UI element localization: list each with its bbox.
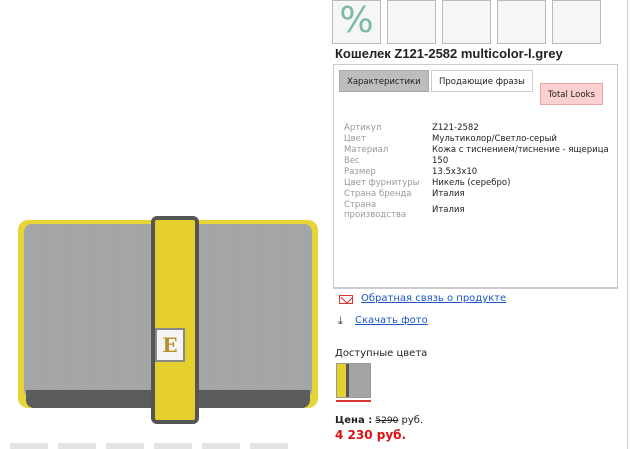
brand-logo: E bbox=[155, 328, 185, 362]
tab-characteristics[interactable]: Характеристики bbox=[339, 70, 429, 92]
photo-thumb[interactable] bbox=[106, 443, 144, 449]
download-photo-link[interactable]: Скачать фото bbox=[355, 315, 428, 326]
photo-thumb[interactable] bbox=[154, 443, 192, 449]
feedback-link[interactable]: Обратная связь о продукте bbox=[361, 293, 506, 304]
spec-value: Никель (серебро) bbox=[432, 178, 511, 188]
color-swatch[interactable] bbox=[336, 363, 371, 398]
spec-row: Цвет Мультиколор/Светло-серый bbox=[344, 134, 612, 145]
spec-key: Страна бренда bbox=[344, 189, 412, 199]
photo-thumb[interactable] bbox=[58, 443, 96, 449]
spec-value: 150 bbox=[432, 156, 449, 166]
spec-value: 13.5x3x10 bbox=[432, 167, 478, 177]
swatch-selected-indicator bbox=[336, 400, 371, 402]
spec-key: Цвет фурнитуры bbox=[344, 178, 420, 188]
discount-percent-icon[interactable]: % bbox=[332, 0, 381, 44]
wallet-image: E bbox=[18, 216, 318, 424]
photo-thumb[interactable] bbox=[10, 443, 48, 449]
spec-key: Цвет bbox=[344, 134, 366, 144]
product-photo[interactable]: E bbox=[0, 0, 325, 449]
spec-row: Цвет фурнитуры Никель (серебро) bbox=[344, 178, 612, 189]
details-panel: Характеристики Продающие фразы Total Loo… bbox=[333, 64, 618, 288]
spec-value: Кожа с тиснением/тиснение - ящерица bbox=[432, 145, 609, 155]
spec-row: Материал Кожа с тиснением/тиснение - яще… bbox=[344, 145, 612, 156]
tab-total-looks[interactable]: Total Looks bbox=[540, 83, 603, 105]
new-price: 4 230 руб. bbox=[335, 428, 407, 442]
mail-icon bbox=[339, 295, 353, 304]
spec-value: Z121-2582 bbox=[432, 123, 479, 133]
thumbnail[interactable] bbox=[497, 0, 546, 44]
download-icon: ⤓ bbox=[338, 314, 343, 327]
spec-key: Артикул bbox=[344, 123, 382, 133]
tab-selling-phrases[interactable]: Продающие фразы bbox=[431, 70, 533, 92]
photo-thumb[interactable] bbox=[250, 443, 288, 449]
photo-thumbnail-strip bbox=[0, 443, 325, 449]
thumbnail[interactable] bbox=[552, 0, 601, 44]
old-price-currency: руб. bbox=[401, 415, 424, 426]
page-border bbox=[627, 0, 628, 449]
product-title: Кошелек Z121-2582 multicolor-l.grey bbox=[335, 46, 563, 61]
spec-key: Материал bbox=[344, 145, 389, 155]
divider bbox=[333, 288, 618, 289]
spec-key: Размер bbox=[344, 167, 376, 177]
spec-key: Страна производства bbox=[344, 200, 407, 220]
spec-row: Страна бренда Италия bbox=[344, 189, 612, 200]
spec-value: Италия bbox=[432, 205, 465, 215]
spec-value: Мультиколор/Светло-серый bbox=[432, 134, 557, 144]
spec-value: Италия bbox=[432, 189, 465, 199]
thumbnail[interactable] bbox=[387, 0, 436, 44]
spec-row: Размер 13.5x3x10 bbox=[344, 167, 612, 178]
old-price: 5290 bbox=[375, 416, 399, 426]
thumbnail[interactable] bbox=[442, 0, 491, 44]
specs-table: Артикул Z121-2582 Цвет Мультиколор/Светл… bbox=[344, 123, 612, 221]
photo-thumb[interactable] bbox=[202, 443, 240, 449]
available-colors-label: Доступные цвета bbox=[335, 348, 428, 359]
spec-row: Вес 150 bbox=[344, 156, 612, 167]
spec-key: Вес bbox=[344, 156, 360, 166]
spec-row: Страна производства Италия bbox=[344, 200, 612, 221]
price-label: Цена : bbox=[335, 415, 373, 426]
spec-row: Артикул Z121-2582 bbox=[344, 123, 612, 134]
wallet-strap bbox=[151, 216, 199, 424]
price-line: Цена : 5290 руб. bbox=[335, 415, 423, 426]
